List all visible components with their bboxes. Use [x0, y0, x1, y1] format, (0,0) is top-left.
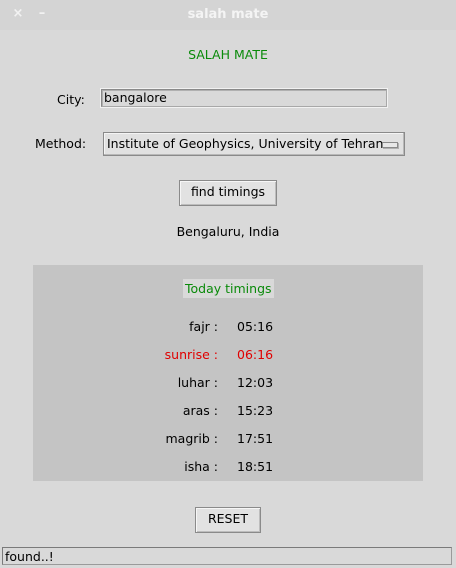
status-bar: found..! [2, 547, 452, 565]
app-heading: SALAH MATE [188, 47, 268, 62]
timing-time: 06:16 [237, 347, 274, 362]
timing-row-sunrise: sunrise : 06:16 [33, 347, 423, 365]
find-timings-button[interactable]: find timings [179, 180, 277, 206]
timing-row-aras: aras : 15:23 [33, 403, 423, 421]
timing-time: 05:16 [237, 319, 274, 334]
method-selected-value: Institute of Geophysics, University of T… [107, 136, 384, 151]
reset-button[interactable]: RESET [195, 507, 261, 533]
timing-time: 18:51 [237, 459, 274, 474]
location-text: Bengaluru, India [176, 224, 280, 239]
timing-name: sunrise : [164, 347, 218, 362]
method-label: Method: [35, 136, 87, 151]
title-bar[interactable]: × – salah mate [0, 0, 456, 30]
timing-time: 15:23 [237, 403, 274, 418]
city-input[interactable]: bangalore [100, 88, 388, 108]
timing-row-luhar: luhar : 12:03 [33, 375, 423, 393]
timing-name: magrib : [165, 431, 218, 446]
timing-row-isha: isha : 18:51 [33, 459, 423, 477]
timing-name: fajr : [189, 319, 218, 334]
city-label: City: [57, 92, 85, 107]
timing-row-magrib: magrib : 17:51 [33, 431, 423, 449]
timing-name: luhar : [177, 375, 218, 390]
timing-name: aras : [182, 403, 218, 418]
timing-time: 12:03 [237, 375, 274, 390]
timings-heading: Today timings [183, 279, 274, 298]
dropdown-indicator-icon [382, 142, 398, 148]
window-title: salah mate [187, 7, 269, 22]
timing-time: 17:51 [237, 431, 274, 446]
app-window: × – salah mate SALAH MATE City: bangalor… [0, 0, 456, 568]
timing-name: isha : [184, 459, 218, 474]
timing-row-fajr: fajr : 05:16 [33, 319, 423, 337]
method-dropdown[interactable]: Institute of Geophysics, University of T… [103, 132, 405, 156]
